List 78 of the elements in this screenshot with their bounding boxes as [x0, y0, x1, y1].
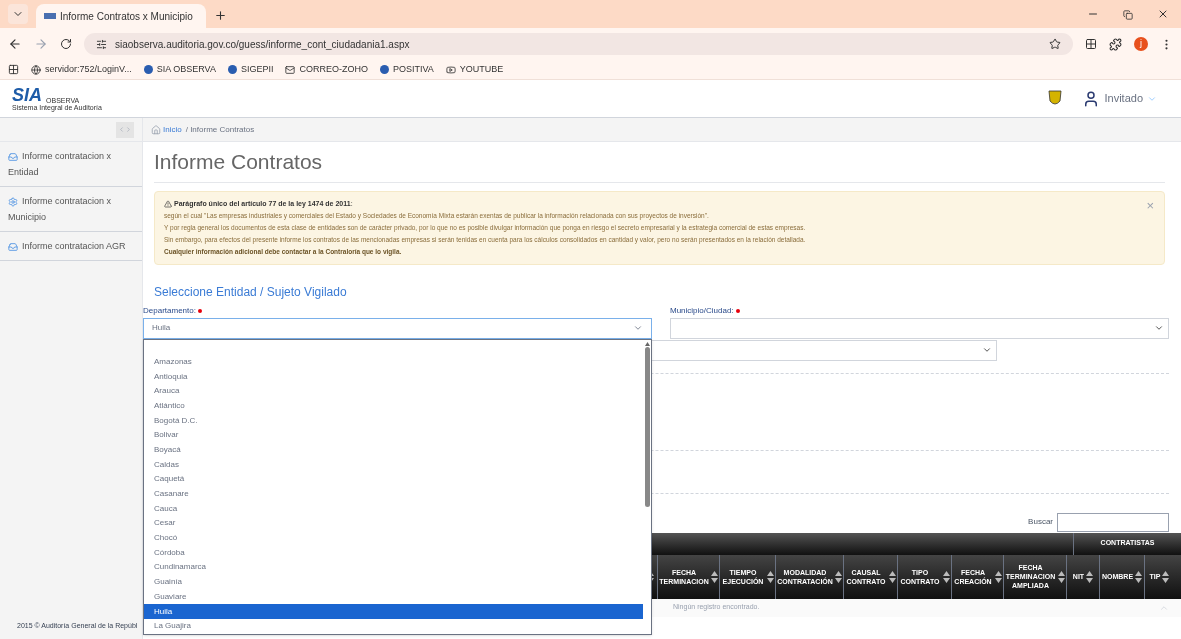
- sort-icon[interactable]: [835, 570, 842, 583]
- dropdown-option[interactable]: Cundinamarca: [144, 560, 643, 575]
- dropdown-option[interactable]: Cauca: [144, 501, 643, 517]
- dropdown-option[interactable]: Bolivar: [144, 427, 643, 443]
- user-menu[interactable]: Invitado: [1104, 90, 1157, 107]
- dropdown-option[interactable]: Córdoba: [144, 545, 643, 561]
- dropdown-option[interactable]: Boyacá: [144, 442, 643, 458]
- dropdown-option[interactable]: Arauca: [144, 383, 643, 399]
- dropdown-option[interactable]: Huila: [144, 604, 643, 619]
- dropdown-option[interactable]: Casanare: [144, 486, 643, 502]
- close-window-icon[interactable]: [1157, 8, 1169, 20]
- bookmark-link[interactable]: servidor:752/LoginV...: [31, 62, 132, 77]
- sort-icon[interactable]: [1162, 570, 1170, 583]
- bookmark-link[interactable]: CORREO-ZOHO: [285, 62, 368, 77]
- sort-icon[interactable]: [1058, 570, 1065, 583]
- sort-icon[interactable]: [1086, 570, 1094, 583]
- dropdown-option[interactable]: Atlántico: [144, 398, 643, 414]
- sidebar-item[interactable]: Informe contratacion x Municipio: [0, 187, 142, 232]
- chevron-icon: [1154, 323, 1164, 333]
- restore-icon[interactable]: [1123, 10, 1133, 20]
- dropdown-option[interactable]: Guainía: [144, 574, 643, 590]
- envelope-icon: [285, 64, 296, 75]
- dropdown-option[interactable]: Cesar: [144, 516, 643, 531]
- tab-title: Informe Contratos x Municipio: [60, 9, 193, 24]
- favicon-icon: [44, 13, 56, 19]
- new-tab-icon[interactable]: [214, 9, 227, 22]
- dropdown-option[interactable]: La Guajira: [144, 618, 643, 634]
- browser-tab[interactable]: Informe Contratos x Municipio: [36, 4, 206, 28]
- warning-icon: [164, 199, 172, 208]
- dropdown-option[interactable]: Antioquia: [144, 369, 643, 384]
- breadcrumb-link[interactable]: Inicio: [163, 123, 182, 136]
- breadcrumb-current: / Informe Contratos: [185, 123, 255, 136]
- departamento-select[interactable]: Huila: [143, 317, 652, 339]
- inbox-icon: [8, 151, 18, 162]
- field-label: Municipio/Ciudad:: [670, 304, 740, 317]
- extensions-icon[interactable]: [1109, 37, 1122, 51]
- globe-icon: [31, 64, 41, 75]
- search-field[interactable]: [1057, 512, 1169, 532]
- sort-icon[interactable]: [711, 570, 718, 583]
- site-info-icon[interactable]: [96, 38, 107, 50]
- url-text: siaobserva.auditoria.gov.co/guess/informe_cont_ciudadania1.aspx: [115, 37, 410, 52]
- bookmark-link[interactable]: SIA OBSERVA: [143, 62, 216, 77]
- chevron-icon: [982, 345, 992, 355]
- page-title: Informe Contratos: [154, 149, 324, 175]
- sort-icon[interactable]: [943, 570, 950, 583]
- sort-icon[interactable]: [1135, 570, 1143, 583]
- dropdown-option[interactable]: Chocó: [144, 530, 643, 546]
- bookmark-link[interactable]: YOUTUBE: [445, 62, 504, 77]
- chevron-icon: [633, 323, 643, 333]
- dropdown-option[interactable]: Caldas: [144, 457, 643, 472]
- dropdown-option[interactable]: Bogotá D.C.: [144, 413, 643, 428]
- chevron-left-icon: [118, 126, 125, 133]
- dropdown-option[interactable]: Amazonas: [144, 354, 643, 370]
- back-icon[interactable]: [8, 37, 22, 51]
- bookmark-star-icon[interactable]: [1049, 38, 1061, 50]
- play-icon: [445, 64, 456, 75]
- field-label: Departamento:: [143, 304, 202, 317]
- reload-icon[interactable]: [60, 38, 72, 50]
- search-label: Buscar: [1028, 516, 1053, 528]
- scroll-up-arrow-icon[interactable]: [644, 341, 650, 346]
- sort-icon[interactable]: [889, 570, 896, 583]
- chevron-right-icon: [125, 126, 132, 133]
- sidebar-item[interactable]: Informe contratacion x Entidad: [0, 142, 142, 187]
- section-title: Seleccione Entidad / Sujeto Vigilado: [154, 283, 348, 301]
- media-icon[interactable]: [1085, 38, 1097, 50]
- gear-icon: [8, 196, 18, 207]
- sidebar-item[interactable]: Informe contratacion AGR: [0, 232, 142, 261]
- dropdown-option[interactable]: Guaviare: [144, 589, 643, 605]
- dropdown-option[interactable]: Caquetá: [144, 472, 643, 487]
- sidebar-toggle-button[interactable]: [116, 121, 134, 138]
- apps-icon[interactable]: [8, 64, 19, 75]
- address-bar[interactable]: siaobserva.auditoria.gov.co/guess/informe_cont_ciudadania1.aspx: [84, 33, 1073, 55]
- inbox-icon: [8, 241, 18, 252]
- sort-icon[interactable]: [767, 570, 774, 583]
- bookmark-link[interactable]: POSITIVA: [379, 62, 434, 77]
- bookmark-link[interactable]: SIGEPII: [227, 62, 274, 77]
- sort-icon[interactable]: [995, 570, 1002, 583]
- profile-avatar[interactable]: j: [1134, 37, 1148, 51]
